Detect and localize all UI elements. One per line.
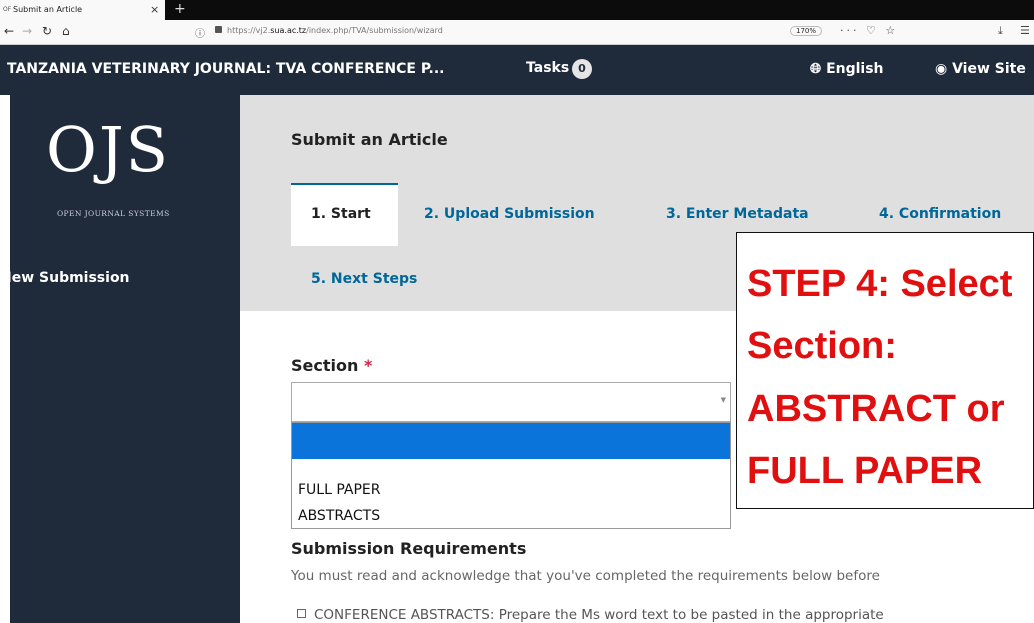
browser-nav-bar: ← → ↻ ⌂ ⓘ https://vj2.sua.ac.tz/index.ph… [0,20,1034,45]
tab-label: 1. Start [311,206,371,222]
eye-icon: ◉ [935,61,948,77]
language-label: English [826,61,884,77]
lock-icon [215,26,222,33]
language-menu[interactable]: 🌐︎ English [810,61,884,77]
url-text[interactable]: https://vj2.sua.ac.tz/index.php/TVA/subm… [227,26,443,35]
info-icon[interactable]: ⓘ [195,25,205,40]
ojs-logo-subtitle: OPEN JOURNAL SYSTEMS [57,209,170,218]
tasks-count-badge[interactable]: 0 [572,59,592,79]
section-option-abstracts[interactable]: ABSTRACTS [292,506,730,528]
new-tab-icon[interactable]: + [174,1,186,17]
section-option-empty[interactable] [292,423,730,459]
globe-icon: 🌐︎ [810,61,822,77]
tab-upload-submission[interactable]: 2. Upload Submission [424,206,595,222]
page-title: Submit an Article [291,130,448,149]
site-header: TANZANIA VETERINARY JOURNAL: TVA CONFERE… [0,45,1034,95]
journal-title[interactable]: TANZANIA VETERINARY JOURNAL: TVA CONFERE… [7,61,445,77]
tab-confirmation[interactable]: 4. Confirmation [879,206,1001,222]
view-site-link[interactable]: ◉ View Site [935,61,1026,77]
requirement-checkbox[interactable] [297,609,306,618]
option-label: ABSTRACTS [298,508,381,524]
ojs-logo[interactable]: OJS [46,119,170,181]
section-label-text: Section [291,356,359,375]
annotation-line: FULL PAPER [747,450,983,492]
tab-start[interactable]: 1. Start [291,183,398,246]
view-site-label: View Site [952,61,1026,77]
section-option-full-paper[interactable]: FULL PAPER [292,478,730,500]
url-bar[interactable]: ⓘ https://vj2.sua.ac.tz/index.php/TVA/su… [185,23,910,40]
zoom-level[interactable]: 170% [790,26,823,36]
requirement-text: CONFERENCE ABSTRACTS: Prepare the Ms wor… [314,607,884,623]
requirement-item[interactable]: CONFERENCE ABSTRACTS: Prepare the Ms wor… [297,607,884,623]
favicon-icon: OF [3,6,12,13]
tab-title: Submit an Article [13,5,83,14]
section-label: Section * [291,356,372,375]
section-select[interactable]: ▼ [291,382,731,422]
sidebar: OJS OPEN JOURNAL SYSTEMS New Submission [0,95,240,623]
section-dropdown-list: FULL PAPER ABSTRACTS [291,422,731,529]
browser-tab-bar: OF Submit an Article × + [0,0,1034,20]
reload-icon[interactable]: ↻ [42,24,52,38]
tab-enter-metadata[interactable]: 3. Enter Metadata [666,206,809,222]
annotation-line: STEP 4: Select [747,263,1013,305]
library-icon[interactable]: ☰ [1020,24,1030,37]
home-icon[interactable]: ⌂ [62,24,70,38]
option-label: FULL PAPER [298,482,381,498]
annotation-line: Section: [747,325,897,367]
requirements-heading: Submission Requirements [291,539,527,558]
download-icon[interactable]: ⤓ [998,24,1003,38]
required-marker: * [363,356,373,375]
tab-next-steps[interactable]: 5. Next Steps [311,271,417,287]
sidebar-item-new-submission[interactable]: New Submission [0,270,130,286]
forward-icon[interactable]: → [22,24,32,38]
close-icon[interactable]: × [150,3,159,16]
tasks-link[interactable]: Tasks [526,60,569,76]
annotation-callout: STEP 4: Select Section: ABSTRACT or FULL… [736,232,1034,509]
page-actions-icon[interactable]: ··· ♡ ☆ [840,24,898,37]
chevron-down-icon[interactable]: ▼ [721,396,726,404]
back-icon[interactable]: ← [4,24,14,38]
requirements-text: You must read and acknowledge that you'v… [291,568,880,584]
annotation-line: ABSTRACT or [747,388,1005,430]
browser-tab[interactable]: OF Submit an Article × [0,0,165,20]
